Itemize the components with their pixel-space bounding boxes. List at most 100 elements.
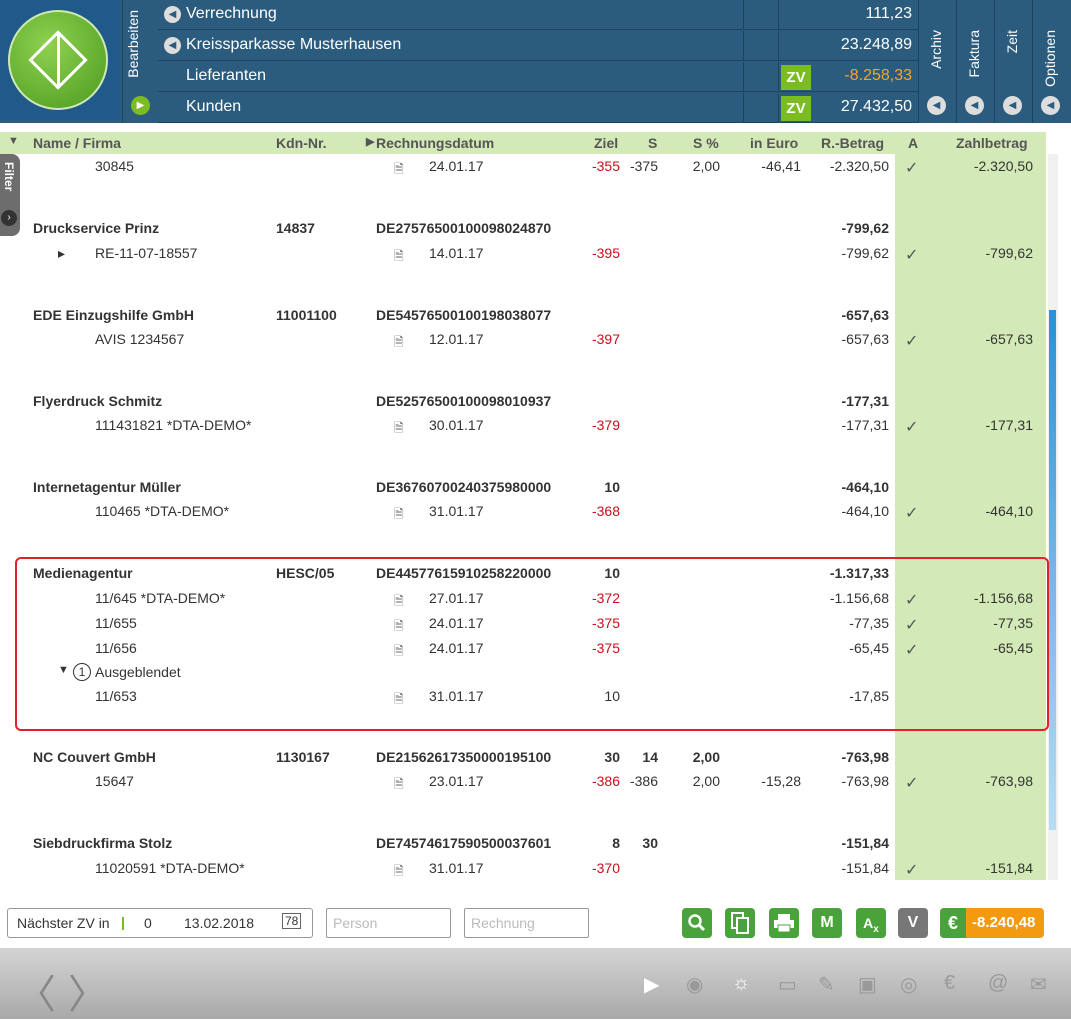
check-icon[interactable]: ✓ (905, 331, 918, 351)
rbetrag-value: -657,63 (841, 307, 889, 323)
search-button[interactable] (682, 908, 712, 938)
row-label: Verrechnung (186, 5, 277, 22)
zahlbetrag-value: -657,63 (985, 331, 1033, 347)
scrollbar[interactable] (1048, 154, 1058, 880)
group-row[interactable]: Flyerdruck Schmitz DE52576500100098010937… (0, 389, 1046, 413)
youtube-icon[interactable]: ▶ (644, 972, 659, 997)
group-row[interactable]: EDE Einzugshilfe GmbH 11001100 DE545765001… (0, 303, 1046, 327)
header-row-kunden[interactable]: Kunden ZV 27.432,50 (158, 93, 918, 123)
col-kdn[interactable]: Kdn-Nr. (276, 135, 327, 151)
m-button[interactable]: M (812, 908, 842, 938)
invoice-date: 14.01.17 (429, 245, 484, 261)
ziel-value: 30 (604, 749, 620, 765)
v-button[interactable]: V (898, 908, 928, 938)
col-datum[interactable]: Rechnungsdatum (376, 135, 494, 151)
scrollbar-thumb[interactable] (1049, 310, 1056, 830)
arrow-left-icon[interactable]: ◀ (164, 37, 181, 54)
table-row[interactable]: AVIS 1234567 🗎 12.01.17 -397 -657,63 ✓ -657,63 (0, 327, 1046, 351)
document-icon[interactable]: 🗎 (394, 505, 404, 526)
person-input[interactable]: Person (326, 908, 451, 938)
collapse-icon[interactable]: ▼ (8, 135, 19, 147)
header-row-kreissparkasse[interactable]: ◀ Kreissparkasse Musterhausen 23.248,89 (158, 31, 918, 61)
col-a[interactable]: A (908, 135, 918, 151)
bearbeiten-tab[interactable]: Bearbeiten ▶ (122, 0, 156, 123)
arrow-left-icon[interactable]: ◀ (1003, 96, 1022, 115)
logo-box[interactable] (0, 0, 120, 120)
total-button[interactable]: € -8.240,48 (940, 908, 1044, 938)
rbetrag-value: -177,31 (841, 417, 889, 433)
zv-badge[interactable]: ZV (781, 96, 811, 121)
document-icon[interactable]: 🗎 (394, 160, 404, 181)
arrow-left-icon[interactable]: ◀ (1041, 96, 1060, 115)
app-logo[interactable] (8, 10, 108, 110)
at-icon[interactable]: @ (988, 972, 1008, 995)
calendar-icon[interactable]: 78 (282, 913, 302, 929)
eye-icon[interactable]: ◉ (686, 972, 703, 997)
document-icon[interactable]: 🗎 (394, 862, 404, 883)
rechnung-input[interactable]: Rechnung (464, 908, 589, 938)
lightbulb-doc-icon[interactable]: ☼ (732, 972, 750, 995)
text-format-button[interactable]: Ax (856, 908, 886, 938)
iban: DE27576500100098024870 (376, 220, 552, 236)
tab-zeit[interactable]: Zeit ◀ (994, 0, 1030, 123)
copy-button[interactable] (725, 908, 755, 938)
window-icon[interactable]: ▭ (778, 972, 797, 997)
header-row-lieferanten[interactable]: Lieferanten ZV -8.258,33 (158, 62, 918, 92)
group-row[interactable]: Siebdruckfirma Stolz DE745746175905000376… (0, 831, 1046, 855)
euro-doc-icon[interactable]: € (944, 972, 955, 995)
arrow-left-icon[interactable]: ◀ (164, 6, 181, 23)
expand-arrow-icon[interactable]: ▸ (58, 245, 65, 262)
document-edit-icon[interactable]: ✎ (818, 972, 835, 997)
tab-optionen[interactable]: Optionen ◀ (1032, 0, 1071, 123)
save-icon[interactable]: ▣ (858, 972, 877, 997)
col-zahlbetrag[interactable]: Zahlbetrag (956, 135, 1028, 151)
check-icon[interactable]: ✓ (905, 158, 918, 178)
check-icon[interactable]: ✓ (905, 773, 918, 793)
document-icon[interactable]: 🗎 (394, 419, 404, 440)
col-name[interactable]: Name / Firma (33, 135, 121, 151)
table-row[interactable]: ▸ RE-11-07-18557 🗎 14.01.17 -395 -799,62 ✓ -799… (0, 241, 1046, 265)
table-row[interactable]: 110465 *DTA-DEMO* 🗎 31.01.17 -368 -464,10 ✓ -4… (0, 499, 1046, 523)
tab-faktura[interactable]: Faktura ◀ (956, 0, 992, 123)
col-rbetrag[interactable]: R.-Betrag (821, 135, 884, 151)
col-s[interactable]: S (648, 135, 657, 151)
table-row[interactable]: 30845 🗎 24.01.17 -355 -375 2,00 -46,41 -2.320,5… (0, 154, 1046, 178)
group-row[interactable]: NC Couvert GmbH 1130167 DE2156261735000019… (0, 745, 1046, 769)
check-icon[interactable]: ✓ (905, 417, 918, 437)
tab-archiv[interactable]: Archiv ◀ (918, 0, 954, 123)
col-sproz[interactable]: S % (693, 135, 719, 151)
col-ziel[interactable]: Ziel (594, 135, 618, 151)
ziel-value: -397 (591, 331, 620, 347)
group-row[interactable]: Druckservice Prinz 14837 DE275765001000980… (0, 216, 1046, 240)
arrow-left-icon[interactable]: ◀ (927, 96, 946, 115)
rbetrag-value: -799,62 (841, 220, 889, 236)
table-row[interactable]: 15647 🗎 23.01.17 -386 -386 2,00 -15,28 -763,98 ✓… (0, 769, 1046, 793)
nav-forward-icon[interactable]: 〉 (68, 962, 108, 1020)
group-row[interactable]: Internetagentur Müller DE3676070024037598… (0, 475, 1046, 499)
check-icon[interactable]: ✓ (905, 245, 918, 265)
mask-icon[interactable]: ◎ (900, 972, 917, 997)
check-icon[interactable]: ✓ (905, 860, 918, 880)
nav-back-icon[interactable]: 〈 (16, 962, 56, 1020)
play-icon[interactable]: ▶ (131, 96, 150, 115)
row-value: -8.258,33 (844, 67, 912, 84)
s-value: -386 (629, 773, 658, 789)
mail-icon[interactable]: ✉ (1030, 972, 1047, 997)
print-button[interactable] (769, 908, 799, 938)
header-row-verrechnung[interactable]: ◀ Verrechnung 111,23 (158, 0, 918, 30)
customer-number: 1130167 (276, 749, 330, 765)
invoice-ref: 111431821 *DTA-DEMO* (95, 417, 252, 433)
document-icon[interactable]: 🗎 (394, 247, 404, 268)
table-row[interactable]: 111431821 *DTA-DEMO* 🗎 30.01.17 -379 -177,31… (0, 413, 1046, 437)
zv-badge[interactable]: ZV (781, 65, 811, 90)
sort-arrow-icon: ▶ (366, 136, 375, 148)
table-row[interactable]: 11020591 *DTA-DEMO* 🗎 31.01.17 -370 -151,84 ✓… (0, 856, 1046, 880)
check-icon[interactable]: ✓ (905, 503, 918, 523)
col-ineuro[interactable]: in Euro (750, 135, 798, 151)
arrow-left-icon[interactable]: ◀ (965, 96, 984, 115)
document-icon[interactable]: 🗎 (394, 333, 404, 354)
next-zv-box[interactable]: Nächster ZV in 0 13.02.2018 78 (7, 908, 313, 938)
document-icon[interactable]: 🗎 (394, 775, 404, 796)
s-value: 30 (642, 835, 658, 851)
zahlbetrag-value: -151,84 (985, 860, 1033, 876)
